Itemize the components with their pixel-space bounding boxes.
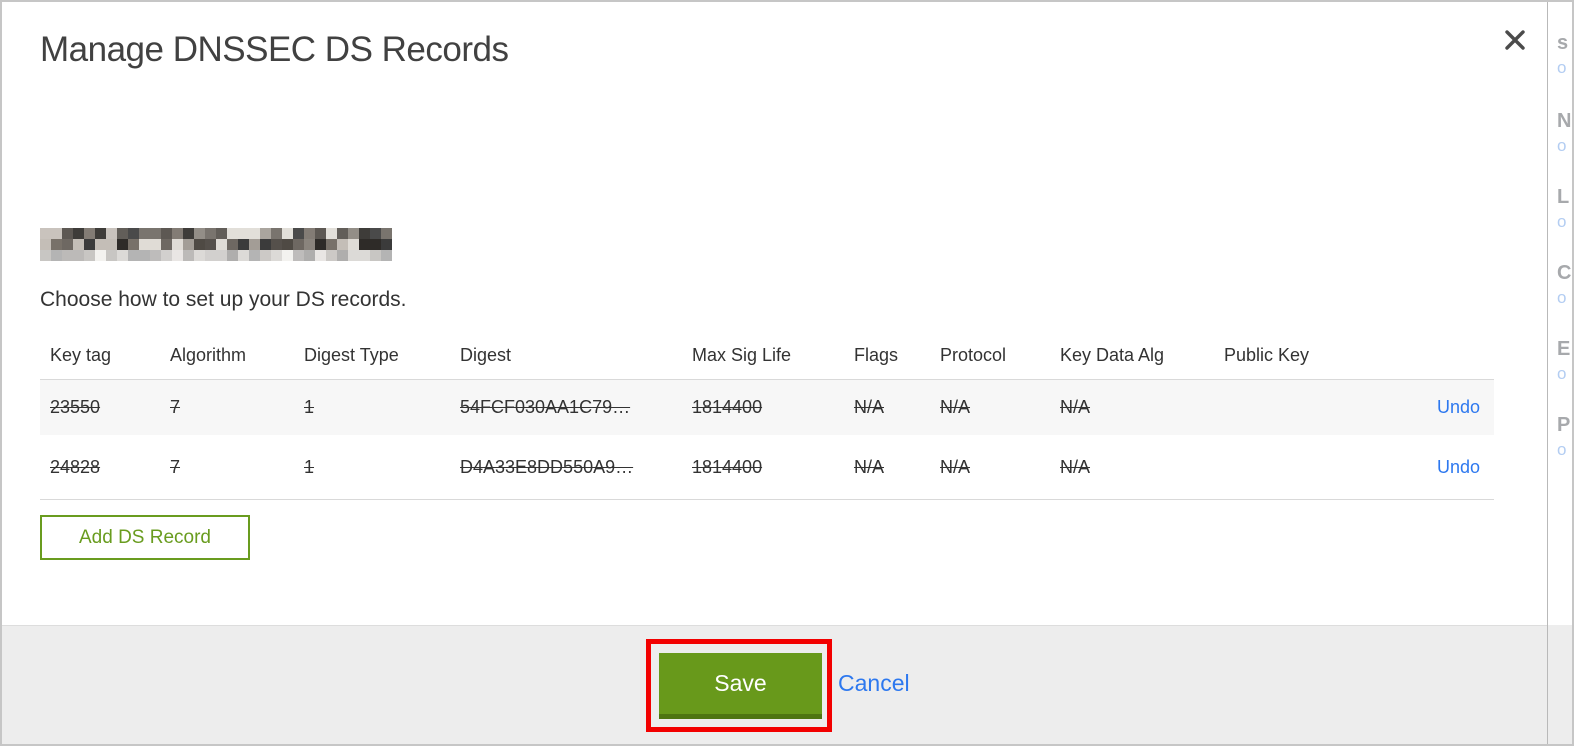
cell-max-sig-life: 1814400 (692, 397, 763, 417)
header-key-tag: Key tag (50, 345, 112, 365)
cell-key-tag: 23550 (50, 397, 101, 417)
background-text-fragment: P (1557, 414, 1571, 436)
header-max-sig-life: Max Sig Life (692, 345, 792, 365)
cell-digest-type: 1 (304, 397, 315, 417)
cell-action: Undo (1382, 457, 1494, 478)
header-flags: Flags (854, 345, 899, 365)
dnssec-modal-page: Manage DNSSEC DS Records Choose how to s… (0, 0, 1574, 746)
table-row: 24828 7 1 D4A33E8DD550A9… 1814400 N/A N/… (40, 435, 1494, 500)
cell-digest: D4A33E8DD550A9… (460, 456, 634, 477)
background-text-fragment: N (1557, 110, 1572, 132)
cell-flags: N/A (854, 456, 885, 477)
table-header-row: Key tag Algorithm Digest Type Digest Max… (40, 332, 1494, 380)
background-text-fragment: E (1557, 338, 1571, 360)
ds-records-table: Key tag Algorithm Digest Type Digest Max… (40, 332, 1494, 500)
undo-link[interactable]: Undo (1437, 457, 1480, 477)
cell-digest-type: 1 (304, 456, 315, 477)
instruction-text: Choose how to set up your DS records. (40, 288, 407, 311)
cell-key-data-alg: N/A (1060, 397, 1091, 417)
background-link-fragment: o (1557, 58, 1567, 77)
cell-protocol: N/A (940, 397, 971, 417)
cell-algorithm: 7 (170, 456, 181, 477)
background-footer-area (1548, 625, 1572, 744)
undo-link[interactable]: Undo (1437, 397, 1480, 417)
cell-action: Undo (1382, 397, 1494, 418)
background-link-fragment: o (1557, 288, 1567, 307)
add-ds-record-button[interactable]: Add DS Record (40, 515, 250, 560)
background-link-fragment: o (1557, 136, 1567, 155)
close-icon (1502, 27, 1528, 56)
close-button[interactable] (1500, 26, 1530, 56)
background-text-fragment: L (1557, 186, 1570, 208)
header-digest-type: Digest Type (304, 345, 399, 365)
cell-max-sig-life: 1814400 (692, 456, 763, 477)
redacted-domain-mosaic (40, 228, 392, 261)
background-link-fragment: o (1557, 364, 1567, 383)
header-algorithm: Algorithm (170, 345, 247, 365)
header-public-key: Public Key (1224, 345, 1310, 365)
page-title: Manage DNSSEC DS Records (40, 30, 509, 69)
background-link-fragment: o (1557, 440, 1567, 459)
background-page-strip: s o N o L o C o E o P o (1547, 2, 1572, 744)
table-row: 23550 7 1 54FCF030AA1C79… 1814400 N/A N/… (40, 380, 1494, 435)
cell-key-tag: 24828 (50, 456, 101, 477)
cell-key-data-alg: N/A (1060, 456, 1091, 477)
background-text-fragment: s (1557, 32, 1569, 54)
save-button[interactable]: Save (659, 653, 822, 719)
cancel-link[interactable]: Cancel (838, 670, 910, 697)
background-link-fragment: o (1557, 212, 1567, 231)
cell-digest: 54FCF030AA1C79… (460, 397, 631, 417)
cell-flags: N/A (854, 397, 885, 417)
cell-algorithm: 7 (170, 397, 181, 417)
header-key-data-alg: Key Data Alg (1060, 345, 1165, 365)
header-digest: Digest (460, 345, 512, 365)
header-protocol: Protocol (940, 345, 1007, 365)
cell-protocol: N/A (940, 456, 971, 477)
background-text-fragment: C (1557, 262, 1572, 284)
